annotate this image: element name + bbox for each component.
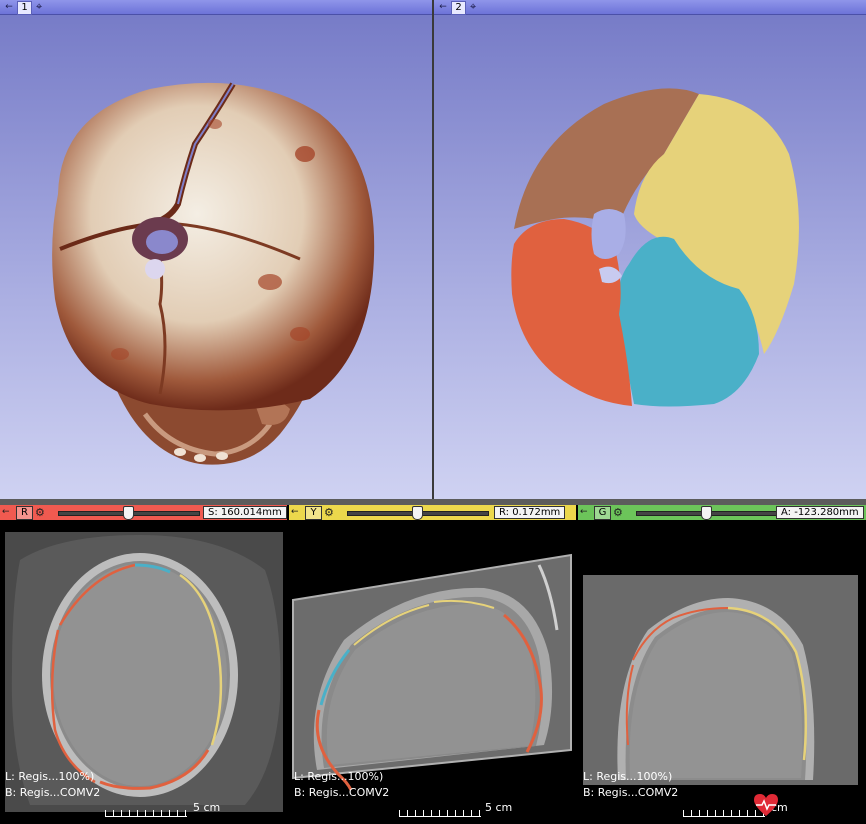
- slice-name-label[interactable]: Y: [305, 506, 322, 520]
- pin-icon[interactable]: ←: [291, 506, 299, 519]
- slice-slider-thumb[interactable]: [412, 506, 423, 520]
- yellow-slice-controller[interactable]: ← Y ⚙ R: 0.172mm: [289, 505, 576, 520]
- scale-bar: [105, 810, 187, 817]
- green-slice-controller[interactable]: ← G ⚙ A: -123.280mm: [578, 505, 866, 520]
- foreground-layer-label: L: Regis...100%): [5, 770, 95, 783]
- 3d-view-1[interactable]: ← 1 ⌖: [0, 0, 432, 499]
- green-slice-view[interactable]: ← G ⚙ A: -123.280mm L: Regis...100%) B: …: [578, 505, 866, 824]
- scale-label: 5 cm: [193, 801, 221, 814]
- slice-slider-thumb[interactable]: [701, 506, 712, 520]
- slice-slider-thumb[interactable]: [123, 506, 134, 520]
- background-layer-label: B: Regis...COMV2: [294, 786, 390, 799]
- background-layer-label: B: Regis...COMV2: [583, 786, 679, 799]
- pin-icon[interactable]: ←: [437, 1, 449, 13]
- slice-name-label[interactable]: R: [16, 506, 33, 520]
- pin-icon[interactable]: ←: [3, 1, 15, 13]
- heart-logo-icon: [754, 794, 778, 816]
- foreground-layer-label: L: Regis...100%): [583, 770, 673, 783]
- slice-offset-field[interactable]: R: 0.172mm: [494, 506, 566, 519]
- view-2-controller-bar[interactable]: ← 2 ⌖: [434, 0, 866, 15]
- volume-rendering-skull[interactable]: [0, 14, 432, 499]
- red-slice-view[interactable]: ← R ⚙ S: 160.014mm L: Regis...100%) B: R…: [0, 505, 287, 824]
- gear-icon[interactable]: ⚙: [613, 505, 623, 520]
- segmentation-rendering-skull[interactable]: [434, 14, 866, 499]
- yellow-slice-view[interactable]: ← Y ⚙ R: 0.172mm L: Regis...100%) B: Reg…: [289, 505, 576, 824]
- gear-icon[interactable]: ⚙: [35, 505, 45, 520]
- scale-label: 5 cm: [485, 801, 513, 814]
- foreground-layer-label: L: Regis...100%): [294, 770, 384, 783]
- view-1-controller-bar[interactable]: ← 1 ⌖: [0, 0, 432, 15]
- scale-bar: [399, 810, 481, 817]
- crosshair-icon[interactable]: ⌖: [36, 0, 42, 14]
- red-slice-controller[interactable]: ← R ⚙ S: 160.014mm: [0, 505, 287, 520]
- gear-icon[interactable]: ⚙: [324, 505, 334, 520]
- pin-icon[interactable]: ←: [2, 506, 10, 519]
- background-layer-label: B: Regis...COMV2: [5, 786, 101, 799]
- view-1-number: 1: [17, 1, 32, 15]
- slice-offset-field[interactable]: A: -123.280mm: [776, 506, 864, 519]
- 3d-view-2[interactable]: ← 2 ⌖: [434, 0, 866, 499]
- crosshair-icon[interactable]: ⌖: [470, 0, 476, 14]
- slice-name-label[interactable]: G: [594, 506, 611, 520]
- slice-offset-field[interactable]: S: 160.014mm: [203, 506, 287, 519]
- view-2-number: 2: [451, 1, 466, 15]
- pin-icon[interactable]: ←: [580, 506, 588, 519]
